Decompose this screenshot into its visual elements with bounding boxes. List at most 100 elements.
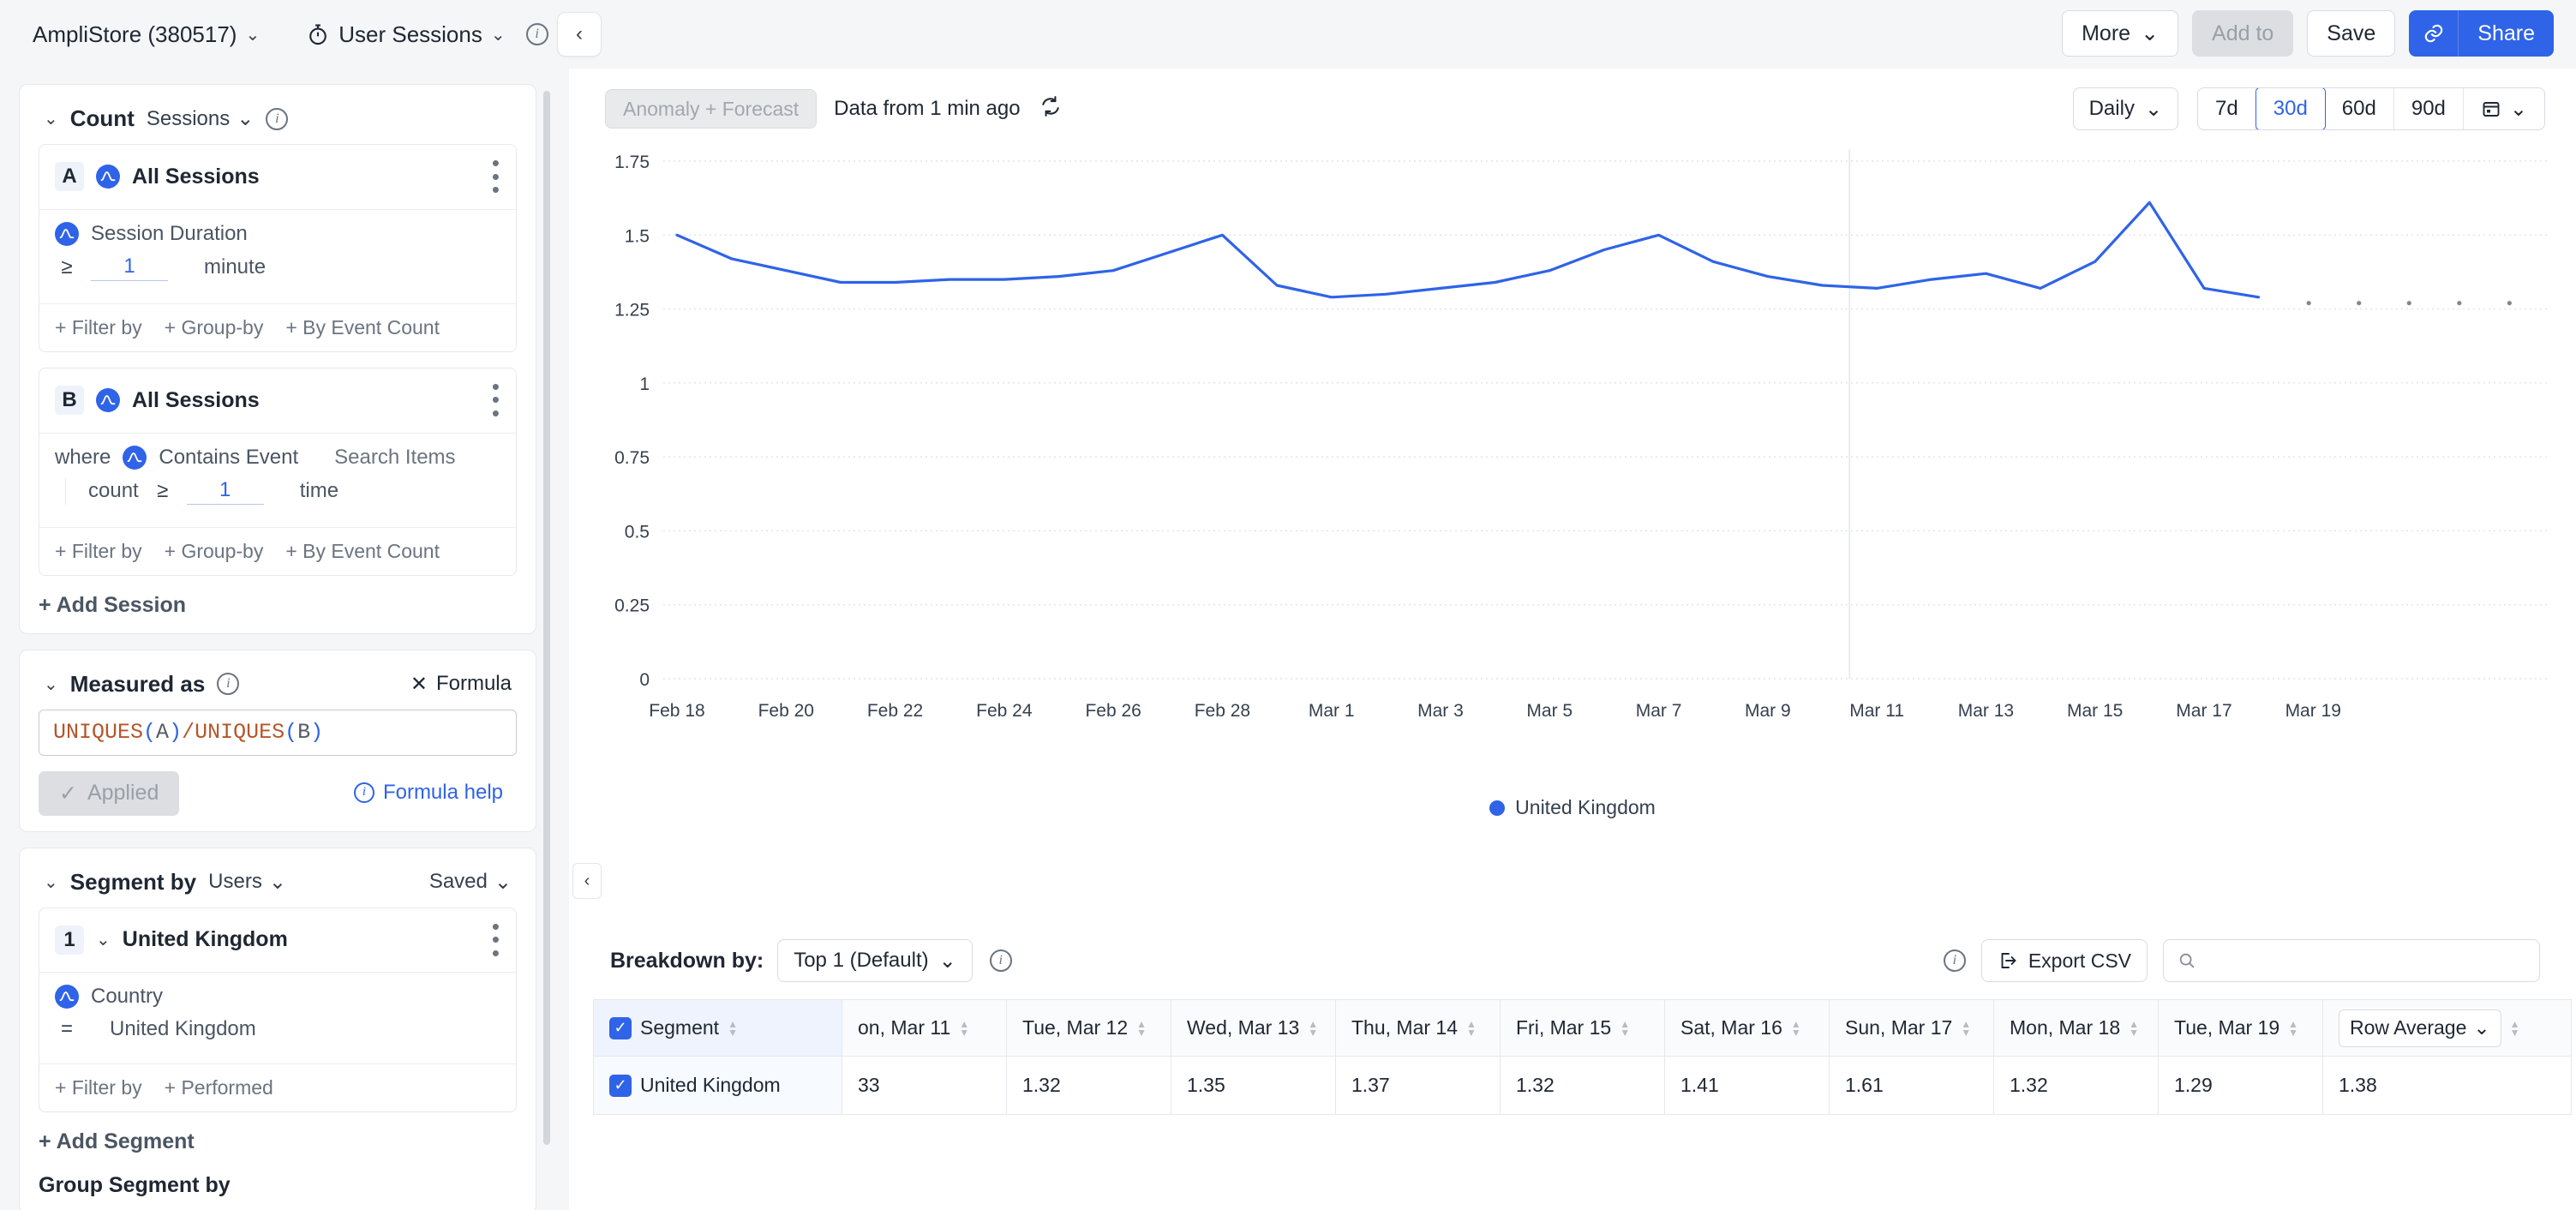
th-row-average[interactable]: Row Average ⌄ ▲▼ <box>2323 1000 2572 1057</box>
event-b-value-input[interactable]: 1 <box>187 478 264 505</box>
range-90d[interactable]: 90d <box>2394 88 2464 129</box>
segment-name[interactable]: United Kingdom <box>123 927 288 952</box>
sort-icon[interactable]: ▲▼ <box>1620 1021 1630 1036</box>
event-name[interactable]: All Sessions <box>132 388 260 413</box>
chevron-down-icon: ⌄ <box>939 949 956 973</box>
event-a-value-input[interactable]: 1 <box>91 255 168 281</box>
th-mar-16[interactable]: Sat, Mar 16▲▼ <box>1665 1000 1830 1057</box>
refresh-icon[interactable] <box>1039 95 1062 123</box>
th-mar-19[interactable]: Tue, Mar 19▲▼ <box>2159 1000 2323 1057</box>
th-mar-15[interactable]: Fri, Mar 15▲▼ <box>1501 1000 1665 1057</box>
add-session-button[interactable]: + Add Session <box>20 576 536 618</box>
sort-icon[interactable]: ▲▼ <box>728 1021 738 1036</box>
sort-icon[interactable]: ▲▼ <box>1466 1021 1477 1036</box>
breakdown-table-section: Breakdown by: Top 1 (Default) ⌄ i i Expo… <box>593 925 2576 1115</box>
svg-text:1.25: 1.25 <box>614 301 650 320</box>
event-b-search-items[interactable]: Search Items <box>334 446 455 470</box>
table-row[interactable]: ✓ United Kingdom 33 1.32 1.35 1.37 1.32 … <box>594 1057 2572 1115</box>
collapse-caret-icon[interactable]: ⌄ <box>44 872 58 893</box>
project-selector[interactable]: AmpliStore (380517) ⌄ <box>24 16 268 53</box>
legend-label[interactable]: United Kingdom <box>1515 796 1656 819</box>
count-measure-selector[interactable]: Sessions ⌄ <box>147 106 255 131</box>
line-chart[interactable]: 00.250.50.7511.251.51.75Feb 18Feb 20Feb … <box>569 137 2576 788</box>
table-search-input[interactable] <box>2207 949 2525 973</box>
info-icon[interactable]: i <box>526 23 548 45</box>
info-icon[interactable]: i <box>217 673 239 695</box>
share-button[interactable]: Share <box>2459 10 2554 57</box>
td-value: 1.29 <box>2159 1057 2323 1115</box>
event-b-unit[interactable]: time <box>300 479 338 503</box>
select-all-checkbox[interactable]: ✓ <box>609 1017 632 1039</box>
granularity-selector[interactable]: Daily ⌄ <box>2073 87 2178 130</box>
table-search-box[interactable] <box>2163 939 2540 982</box>
segment-by-entity-selector[interactable]: Users ⌄ <box>208 870 286 895</box>
sort-icon[interactable]: ▲▼ <box>1308 1021 1318 1036</box>
event-a-property-label[interactable]: Session Duration <box>91 222 248 246</box>
event-b-filter-by[interactable]: + Filter by <box>55 540 142 563</box>
chevron-down-icon[interactable]: ⌄ <box>96 929 111 950</box>
segment-1-property-label[interactable]: Country <box>91 985 163 1009</box>
sort-icon[interactable]: ▲▼ <box>1961 1021 1971 1036</box>
segment-1-performed[interactable]: + Performed <box>165 1076 273 1099</box>
segment-1-value[interactable]: United Kingdom <box>110 1017 256 1041</box>
date-picker-button[interactable]: ⌄ <box>2464 88 2544 129</box>
formula-input[interactable]: UNIQUES(A)/UNIQUES(B) <box>39 710 517 756</box>
sort-icon[interactable]: ▲▼ <box>959 1021 969 1036</box>
stopwatch-icon <box>306 22 330 46</box>
range-7d[interactable]: 7d <box>2198 88 2256 129</box>
collapse-caret-icon[interactable]: ⌄ <box>44 108 58 129</box>
event-name[interactable]: All Sessions <box>132 165 260 189</box>
event-b-operator[interactable]: ≥ <box>151 479 175 503</box>
th-mar-17[interactable]: Sun, Mar 17▲▼ <box>1830 1000 1994 1057</box>
row-average-selector[interactable]: Row Average ⌄ <box>2339 1009 2501 1047</box>
sort-icon[interactable]: ▲▼ <box>1791 1021 1801 1036</box>
sort-icon[interactable]: ▲▼ <box>1136 1021 1147 1036</box>
event-a-filter-by[interactable]: + Filter by <box>55 316 142 339</box>
sort-icon[interactable]: ▲▼ <box>2288 1021 2298 1036</box>
th-mar-18[interactable]: Mon, Mar 18▲▼ <box>1994 1000 2159 1057</box>
range-30d[interactable]: 30d <box>2255 87 2326 130</box>
event-a-unit[interactable]: minute <box>204 255 266 279</box>
chart-type-selector[interactable]: User Sessions ⌄ <box>297 16 513 53</box>
sidebar-scrollbar[interactable] <box>543 91 550 1145</box>
formula-paren-2-open: ( <box>285 720 297 745</box>
collapse-caret-icon[interactable]: ⌄ <box>44 674 58 695</box>
breakdown-selector[interactable]: Top 1 (Default) ⌄ <box>777 939 973 982</box>
saved-segments-selector[interactable]: Saved ⌄ <box>429 870 512 895</box>
event-b-menu-icon[interactable]: ••• <box>492 380 500 421</box>
breakdown-toolbar: Breakdown by: Top 1 (Default) ⌄ i i Expo… <box>593 925 2576 999</box>
event-b-group-by[interactable]: + Group-by <box>165 540 264 563</box>
sort-icon[interactable]: ▲▼ <box>2510 1021 2520 1036</box>
th-segment[interactable]: ✓ Segment ▲▼ <box>594 1000 842 1057</box>
event-b-condition-label[interactable]: Contains Event <box>159 446 298 470</box>
save-button[interactable]: Save <box>2307 10 2395 57</box>
th-mar-14[interactable]: Thu, Mar 14▲▼ <box>1336 1000 1501 1057</box>
chart-scroll-left-button[interactable]: ‹ <box>572 863 602 899</box>
segment-1-menu-icon[interactable]: ••• <box>492 920 500 961</box>
info-icon[interactable]: i <box>1944 949 1966 972</box>
event-a-by-event-count[interactable]: + By Event Count <box>285 316 440 339</box>
info-icon[interactable]: i <box>266 108 288 130</box>
copy-link-button[interactable] <box>2409 10 2459 57</box>
event-a-group-by[interactable]: + Group-by <box>165 316 264 339</box>
segment-1-operator[interactable]: = <box>55 1017 79 1041</box>
th-mar-11[interactable]: on, Mar 11▲▼ <box>842 1000 1007 1057</box>
th-mar-13[interactable]: Wed, Mar 13 ▲▼ <box>1171 1000 1336 1057</box>
formula-help-link[interactable]: i Formula help <box>354 781 503 805</box>
event-a-operator[interactable]: ≥ <box>55 255 79 279</box>
sort-icon[interactable]: ▲▼ <box>2129 1021 2139 1036</box>
row-checkbox[interactable]: ✓ <box>609 1075 632 1097</box>
th-mar-12[interactable]: Tue, Mar 12▲▼ <box>1007 1000 1171 1057</box>
event-a-menu-icon[interactable]: ••• <box>492 157 500 197</box>
td-segment: ✓ United Kingdom <box>594 1057 842 1115</box>
add-segment-button[interactable]: + Add Segment <box>20 1112 536 1154</box>
th-label: Wed, Mar 13 <box>1187 1016 1299 1039</box>
collapse-sidebar-button[interactable]: ‹ <box>557 12 602 57</box>
more-button[interactable]: More ⌄ <box>2062 10 2178 57</box>
range-60d[interactable]: 60d <box>2325 88 2394 129</box>
event-b-by-event-count[interactable]: + By Event Count <box>285 540 440 563</box>
export-csv-button[interactable]: Export CSV <box>1981 939 2148 982</box>
segment-1-filter-by[interactable]: + Filter by <box>55 1076 142 1099</box>
info-icon[interactable]: i <box>990 949 1012 972</box>
remove-formula-button[interactable]: ✕ Formula <box>410 672 512 697</box>
